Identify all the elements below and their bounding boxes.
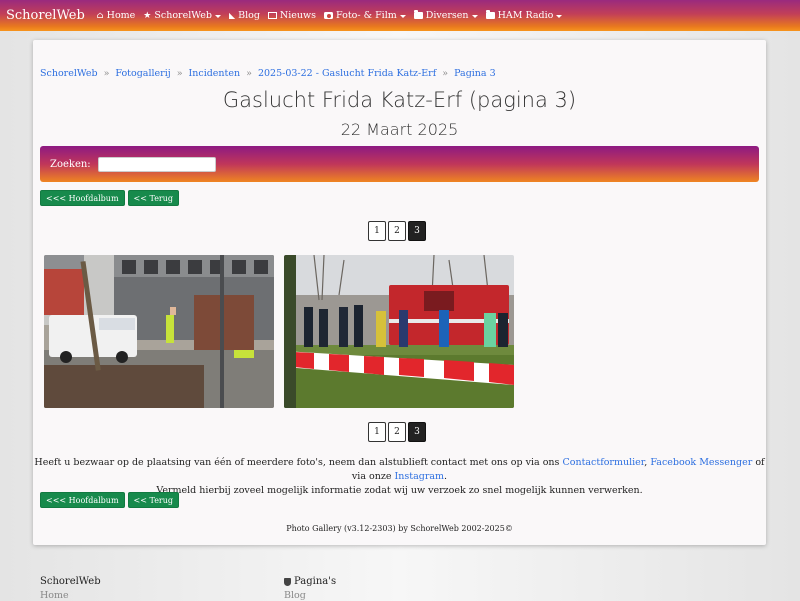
newspaper-icon [267,12,277,19]
notice-line-1: Heeft u bezwaar op de plaatsing van één … [33,456,766,484]
footer-heading-label: Pagina's [294,576,337,587]
top-button-row: <<< Hoofdalbum << Terug [40,190,180,206]
page-button-current[interactable]: 3 [408,221,426,241]
nav-diversen-label: Diversen [425,10,469,21]
nav-blog-label: Blog [238,10,260,21]
main-album-button[interactable]: <<< Hoofdalbum [40,492,125,508]
folder-icon [485,10,495,19]
breadcrumb-item[interactable]: Incidenten [189,68,241,79]
rss-icon: ◣ [228,11,236,20]
search-label: Zoeken: [50,158,91,170]
breadcrumb-item[interactable]: Fotogallerij [115,68,170,79]
nav-ham-radio[interactable]: HAM Radio [485,10,563,21]
notice-end: . [444,471,448,482]
nav-home[interactable]: ⌂ Home [97,10,136,21]
nav-foto-film-label: Foto- & Film [336,10,397,21]
footer-link-home[interactable]: Home [40,590,101,601]
page-button[interactable]: 1 [368,422,386,442]
notice-text: Heeft u bezwaar op de plaatsing van één … [34,457,560,468]
footer-column-pages: Pagina's Blog [284,576,336,601]
footer-column-schorelweb: SchorelWeb Home [40,576,101,601]
nav-diversen[interactable]: Diversen [413,10,478,21]
star-icon: ★ [143,10,152,21]
footer-link-blog[interactable]: Blog [284,590,336,601]
breadcrumb-separator: » [442,68,449,79]
gallery-credit: Photo Gallery (v3.12-2303) by SchorelWeb… [286,524,513,533]
photo-2-image [284,255,514,408]
chevron-down-icon [399,14,406,18]
photo-thumbnail[interactable] [44,255,274,408]
page-date: 22 Maart 2025 [340,120,459,139]
pagination-top: 1 2 3 [368,221,426,241]
back-button[interactable]: << Terug [127,190,180,206]
breadcrumb-item[interactable]: 2025-03-22 - Gaslucht Frida Katz-Erf [258,68,436,79]
nav-home-label: Home [106,10,136,21]
chevron-down-icon [214,14,221,18]
page-button[interactable]: 2 [388,422,406,442]
nav-schorelweb[interactable]: ★ SchorelWeb [143,10,221,21]
nav-schorelweb-label: SchorelWeb [154,10,212,21]
page-button[interactable]: 1 [368,221,386,241]
bottom-button-row: <<< Hoofdalbum << Terug [40,492,180,508]
facebook-messenger-link[interactable]: Facebook Messenger [650,457,752,468]
page-title: Gaslucht Frida Katz-Erf (pagina 3) [222,88,577,112]
notice-separator: , [644,457,648,468]
shield-icon [284,577,291,586]
nav-ham-radio-label: HAM Radio [497,10,554,21]
main-album-button[interactable]: <<< Hoofdalbum [40,190,125,206]
instagram-link[interactable]: Instagram [395,471,445,482]
breadcrumb-item[interactable]: SchorelWeb [40,68,98,79]
camera-icon [324,12,334,19]
folder-icon [413,10,423,19]
gallery-card: SchorelWeb » Fotogallerij » Incidenten »… [33,40,766,545]
nav-blog[interactable]: ◣ Blog [229,10,260,21]
nav-nieuws-label: Nieuws [279,10,317,21]
page-button-current[interactable]: 3 [408,422,426,442]
photo-thumbnail[interactable] [284,255,514,408]
search-bar: Zoeken: [40,146,759,182]
back-button[interactable]: << Terug [127,492,180,508]
footer-heading: Pagina's [284,576,336,587]
contact-form-link[interactable]: Contactformulier [562,457,644,468]
brand-logo[interactable]: SchorelWeb [6,8,85,23]
breadcrumb: SchorelWeb » Fotogallerij » Incidenten »… [40,68,496,79]
page-button[interactable]: 2 [388,221,406,241]
nav-foto-film[interactable]: Foto- & Film [324,10,406,21]
chevron-down-icon [556,14,563,18]
pagination-bottom: 1 2 3 [368,422,426,442]
nav-nieuws[interactable]: Nieuws [267,10,317,21]
navbar: SchorelWeb ⌂ Home ★ SchorelWeb ◣ Blog Ni… [0,0,800,31]
footer-heading: SchorelWeb [40,576,101,587]
photo-1-image [44,255,274,408]
search-input[interactable] [97,156,216,172]
breadcrumb-item[interactable]: Pagina 3 [454,68,496,79]
chevron-down-icon [471,14,478,18]
breadcrumb-separator: » [246,68,252,79]
home-icon: ⌂ [96,10,104,21]
breadcrumb-separator: » [103,68,110,79]
breadcrumb-separator: » [176,68,183,79]
